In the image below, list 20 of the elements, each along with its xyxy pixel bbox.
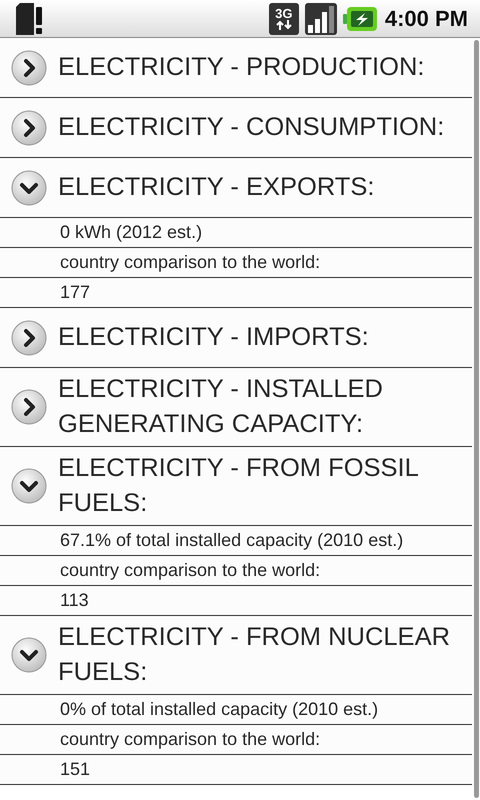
data-arrows-icon (274, 20, 294, 30)
detail-text: country comparison to the world: (0, 248, 472, 278)
sd-card-alert-icon (14, 2, 44, 34)
collapse-chevron-icon[interactable] (10, 467, 48, 505)
expand-chevron-icon[interactable] (10, 318, 48, 356)
clock-time: 4:00 PM (384, 6, 468, 32)
battery-charging-icon (342, 6, 377, 30)
collapse-chevron-icon[interactable] (10, 636, 48, 674)
detail-text: country comparison to the world: (0, 725, 472, 755)
expand-chevron-icon[interactable] (10, 388, 48, 426)
detail-text: 67.1% of total installed capacity (2010 est.) (0, 526, 472, 556)
signal-icon (304, 2, 337, 34)
detail-text: 0% of total installed capacity (2010 est.) (0, 695, 472, 725)
detail-text: 0 kWh (2012 est.) (0, 218, 472, 248)
detail-text: 151 (0, 755, 472, 785)
expand-chevron-icon[interactable] (10, 48, 48, 86)
detail-text: country comparison to the world: (0, 556, 472, 586)
network-label: 3G (275, 7, 293, 20)
expand-chevron-icon[interactable] (10, 108, 48, 146)
collapse-chevron-icon[interactable] (10, 168, 48, 206)
